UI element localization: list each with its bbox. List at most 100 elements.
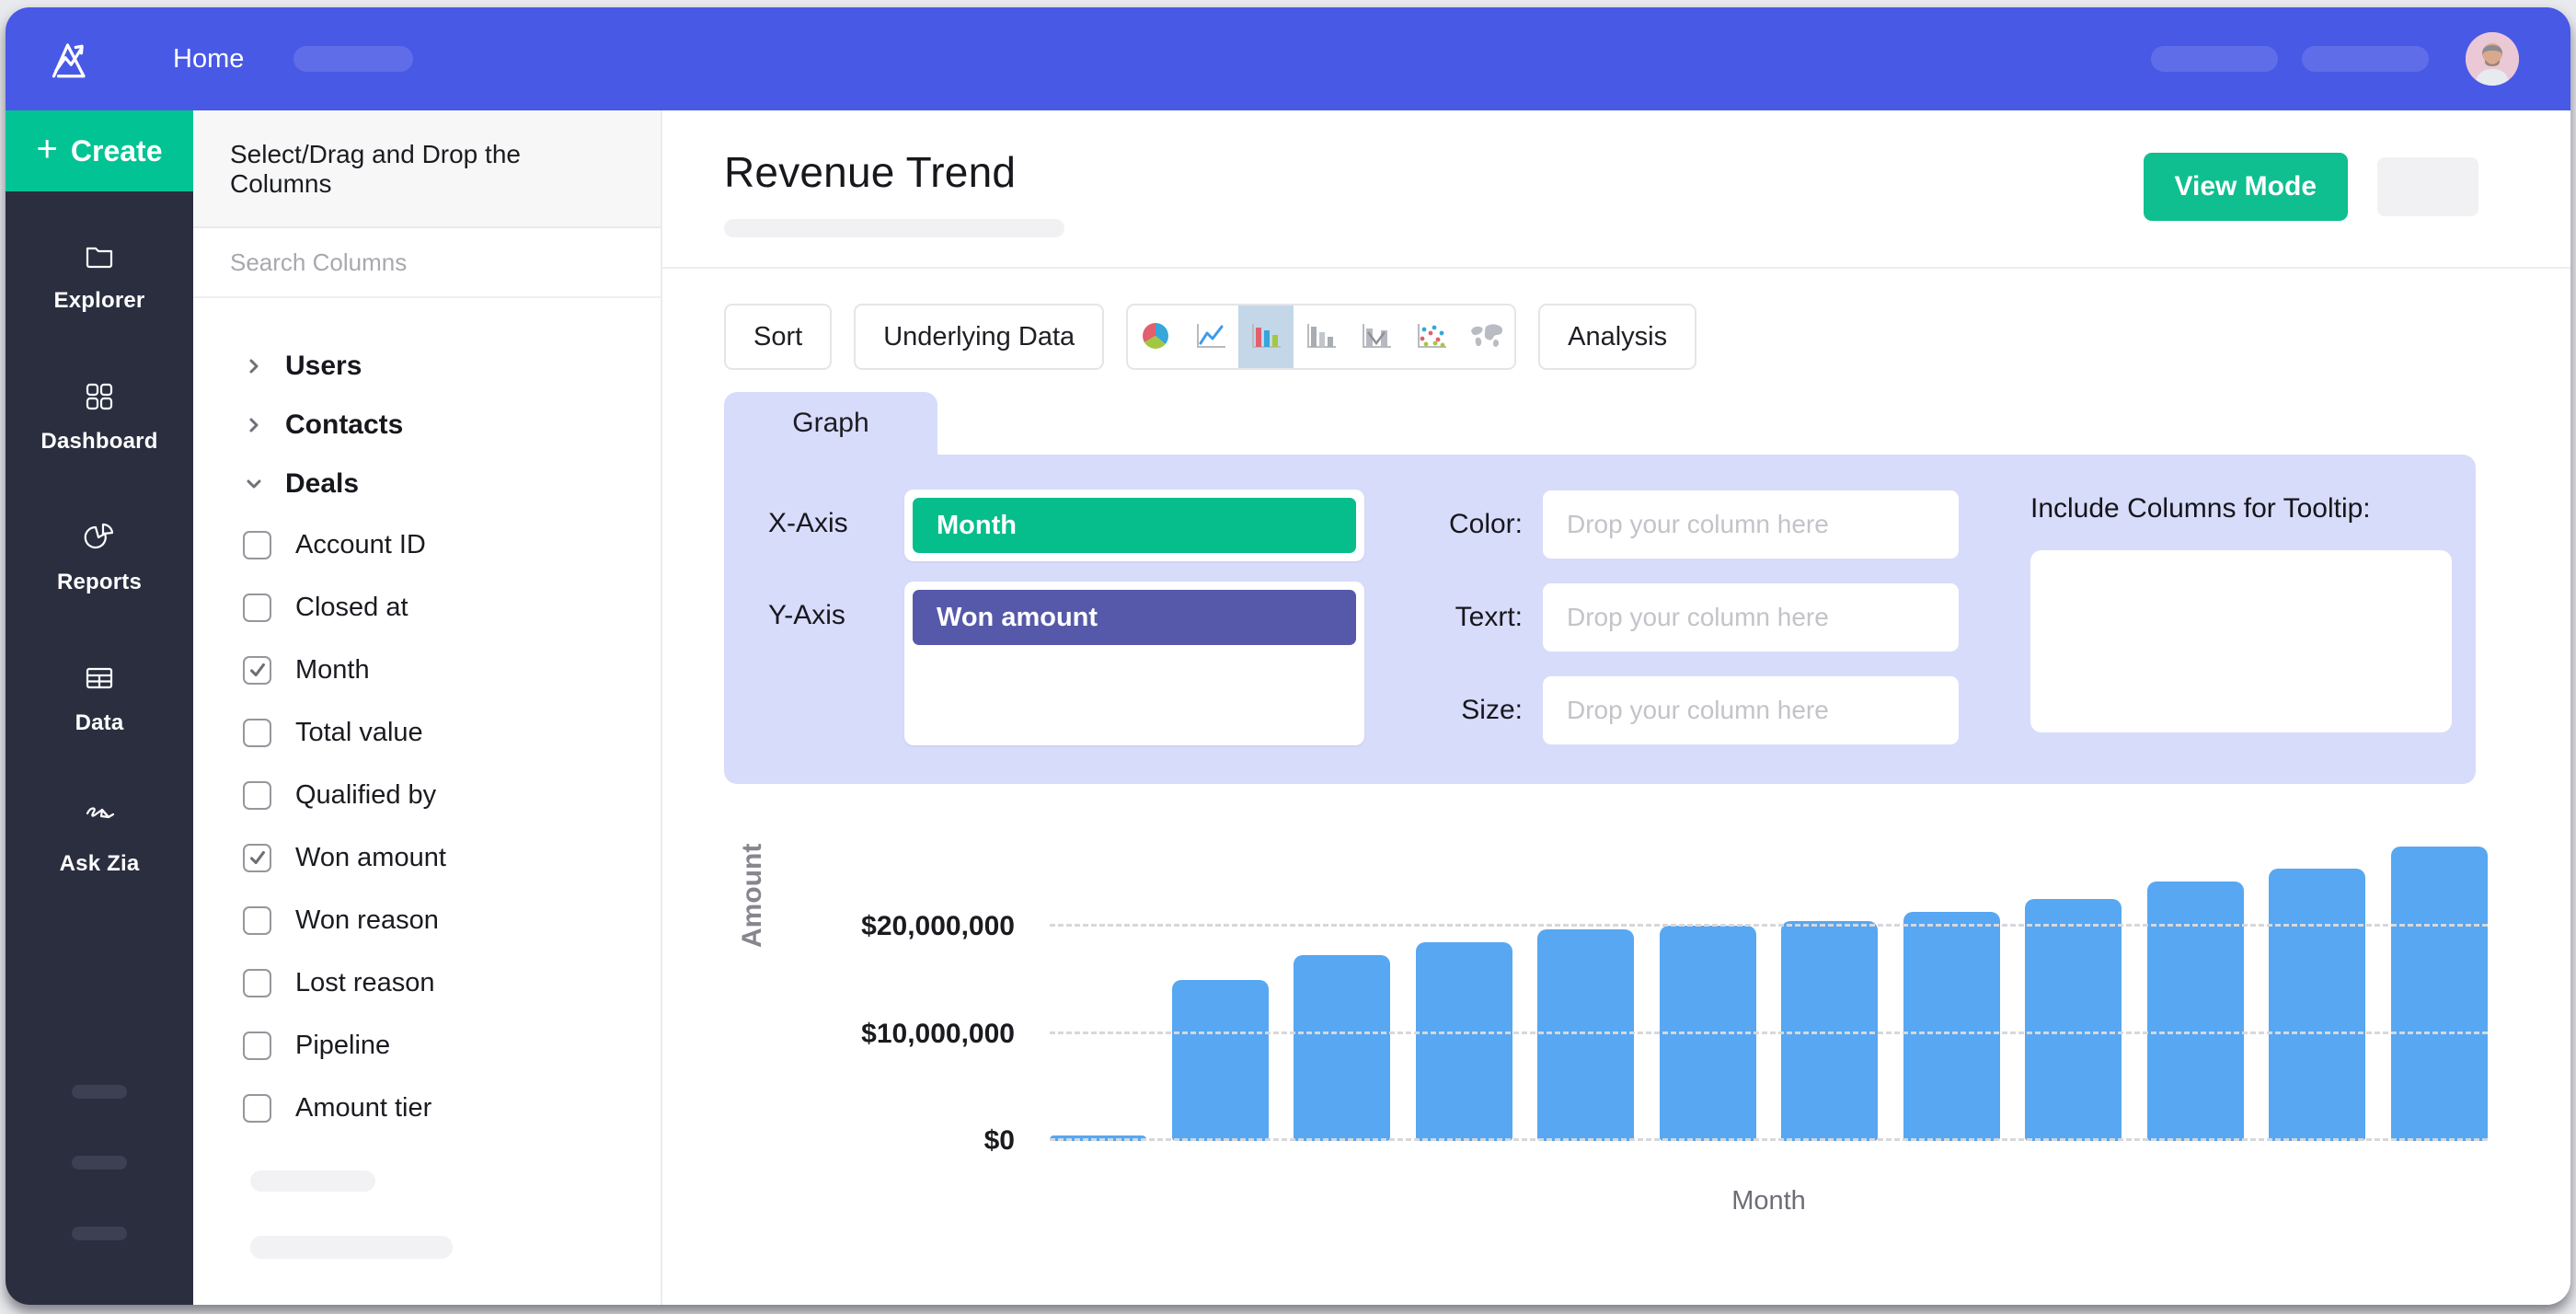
bars-container xyxy=(1050,847,2488,1141)
topbar-placeholder xyxy=(2302,46,2429,72)
column-group-contacts[interactable]: Contacts xyxy=(243,396,642,455)
checkbox[interactable] xyxy=(243,844,271,872)
column-field-month[interactable]: Month xyxy=(243,639,642,701)
x-axis-chip-month[interactable]: Month xyxy=(913,498,1356,553)
sidebar-item-ask-zia[interactable]: Ask Zia xyxy=(60,802,140,877)
y-axis-title: Amount xyxy=(737,844,768,948)
folder-icon xyxy=(83,239,116,277)
sidebar-item-explorer[interactable]: Explorer xyxy=(54,239,145,314)
size-dropzone[interactable]: Drop your column here xyxy=(1543,676,1959,744)
column-group-deals[interactable]: Deals xyxy=(243,455,642,513)
x-axis-label: X-Axis xyxy=(768,490,862,539)
color-label: Color: xyxy=(1412,509,1523,540)
sidebar-item-label: Explorer xyxy=(54,288,145,314)
column-group-users[interactable]: Users xyxy=(243,337,642,396)
tab-graph[interactable]: Graph xyxy=(724,392,937,455)
size-label: Size: xyxy=(1412,695,1523,726)
bar[interactable] xyxy=(1903,912,2000,1141)
column-field-lost-reason[interactable]: Lost reason xyxy=(243,951,642,1014)
dashboard-grid-icon xyxy=(83,380,116,418)
topbar-placeholder xyxy=(2151,46,2278,72)
column-field-won-amount[interactable]: Won amount xyxy=(243,826,642,889)
y-tick-20m: $20,000,000 xyxy=(861,911,1015,942)
create-button[interactable]: + Create xyxy=(6,110,193,191)
text-dropzone[interactable]: Drop your column here xyxy=(1543,583,1959,651)
y-tick-0: $0 xyxy=(984,1125,1015,1157)
bar-chart: Amount $20,000,000 $10,000,000 $0 Month xyxy=(724,810,2488,1242)
sidebar-item-label: Reports xyxy=(57,570,142,595)
columns-panel-title: Select/Drag and Drop the Columns xyxy=(193,110,661,228)
color-dropzone[interactable]: Drop your column here xyxy=(1543,490,1959,559)
column-field-account-id[interactable]: Account ID xyxy=(243,513,642,576)
user-avatar[interactable] xyxy=(2466,32,2519,86)
scatter-chart-icon[interactable] xyxy=(1404,305,1459,368)
analytics-logo-icon[interactable] xyxy=(42,31,98,86)
sidebar: + Create Explorer Dashboard Reports Data Ask… xyxy=(6,110,193,1305)
sidebar-item-reports[interactable]: Reports xyxy=(57,521,142,595)
checkbox[interactable] xyxy=(243,531,271,559)
bar-chart-icon[interactable] xyxy=(1238,305,1294,368)
column-field-total-value[interactable]: Total value xyxy=(243,701,642,764)
gridline-10m xyxy=(1050,1032,2488,1034)
chevron-right-icon xyxy=(243,414,265,436)
y-axis-chip-won-amount[interactable]: Won amount xyxy=(913,590,1356,645)
checkbox[interactable] xyxy=(243,1094,271,1123)
sidebar-nav: Explorer Dashboard Reports Data Ask Zia xyxy=(40,191,157,877)
line-chart-icon[interactable] xyxy=(1183,305,1238,368)
column-field-closed-at[interactable]: Closed at xyxy=(243,576,642,639)
combo-chart-icon[interactable] xyxy=(1349,305,1404,368)
checkbox[interactable] xyxy=(243,1032,271,1060)
bar[interactable] xyxy=(1416,942,1512,1141)
column-field-won-reason[interactable]: Won reason xyxy=(243,889,642,951)
column-tree: UsersContactsDealsAccount IDClosed atMon… xyxy=(193,298,661,1139)
sidebar-item-label: Ask Zia xyxy=(60,851,140,877)
chevron-right-icon xyxy=(243,355,265,377)
pie-report-icon xyxy=(83,521,116,559)
sidebar-item-data[interactable]: Data xyxy=(75,662,124,736)
zia-icon xyxy=(83,802,116,840)
checkbox[interactable] xyxy=(243,719,271,747)
app-window: Home + Create Explorer Dashboard Reports Da… xyxy=(6,7,2570,1305)
bar[interactable] xyxy=(2269,869,2365,1141)
checkbox[interactable] xyxy=(243,781,271,810)
columns-placeholders xyxy=(193,1139,661,1259)
column-field-qualified-by[interactable]: Qualified by xyxy=(243,764,642,826)
search-columns-input[interactable] xyxy=(230,248,624,277)
pie-chart-icon[interactable] xyxy=(1128,305,1183,368)
sidebar-item-dashboard[interactable]: Dashboard xyxy=(40,380,157,455)
gridline-0 xyxy=(1050,1138,2488,1141)
view-mode-button[interactable]: View Mode xyxy=(2144,153,2348,221)
analysis-button[interactable]: Analysis xyxy=(1538,304,1696,370)
graph-settings-panel: X-Axis Month Y-Axis Won amount Color: Dr… xyxy=(724,455,2476,784)
column-field-pipeline[interactable]: Pipeline xyxy=(243,1014,642,1077)
bar-descending-icon[interactable] xyxy=(1294,305,1349,368)
data-table-icon xyxy=(83,662,116,699)
sort-button[interactable]: Sort xyxy=(724,304,832,370)
bar[interactable] xyxy=(2147,882,2244,1141)
column-field-amount-tier[interactable]: Amount tier xyxy=(243,1077,642,1139)
map-chart-icon[interactable] xyxy=(1459,305,1514,368)
bar[interactable] xyxy=(2391,847,2488,1141)
tooltip-columns-dropzone[interactable] xyxy=(2030,550,2452,732)
checkbox[interactable] xyxy=(243,594,271,622)
sidebar-placeholders xyxy=(72,1085,127,1240)
checkbox[interactable] xyxy=(243,969,271,997)
bar[interactable] xyxy=(1294,955,1390,1141)
text-label: Texrt: xyxy=(1412,602,1523,633)
checkbox[interactable] xyxy=(243,656,271,685)
x-axis-dropzone[interactable]: Month xyxy=(904,490,1364,561)
tooltip-columns-label: Include Columns for Tooltip: xyxy=(2030,493,2452,524)
underlying-data-button[interactable]: Underlying Data xyxy=(854,304,1104,370)
chart-type-switcher xyxy=(1126,304,1516,370)
create-button-label: Create xyxy=(71,134,163,168)
bar[interactable] xyxy=(1172,980,1269,1141)
bar[interactable] xyxy=(1537,929,1634,1141)
page-title: Revenue Trend xyxy=(724,147,1064,197)
header-placeholder-button[interactable] xyxy=(2377,157,2478,216)
topbar-home-link[interactable]: Home xyxy=(173,44,244,75)
gridline-20m xyxy=(1050,924,2488,927)
checkbox[interactable] xyxy=(243,906,271,935)
y-axis-dropzone[interactable]: Won amount xyxy=(904,582,1364,745)
bar[interactable] xyxy=(2025,899,2122,1141)
topbar: Home xyxy=(6,7,2570,110)
